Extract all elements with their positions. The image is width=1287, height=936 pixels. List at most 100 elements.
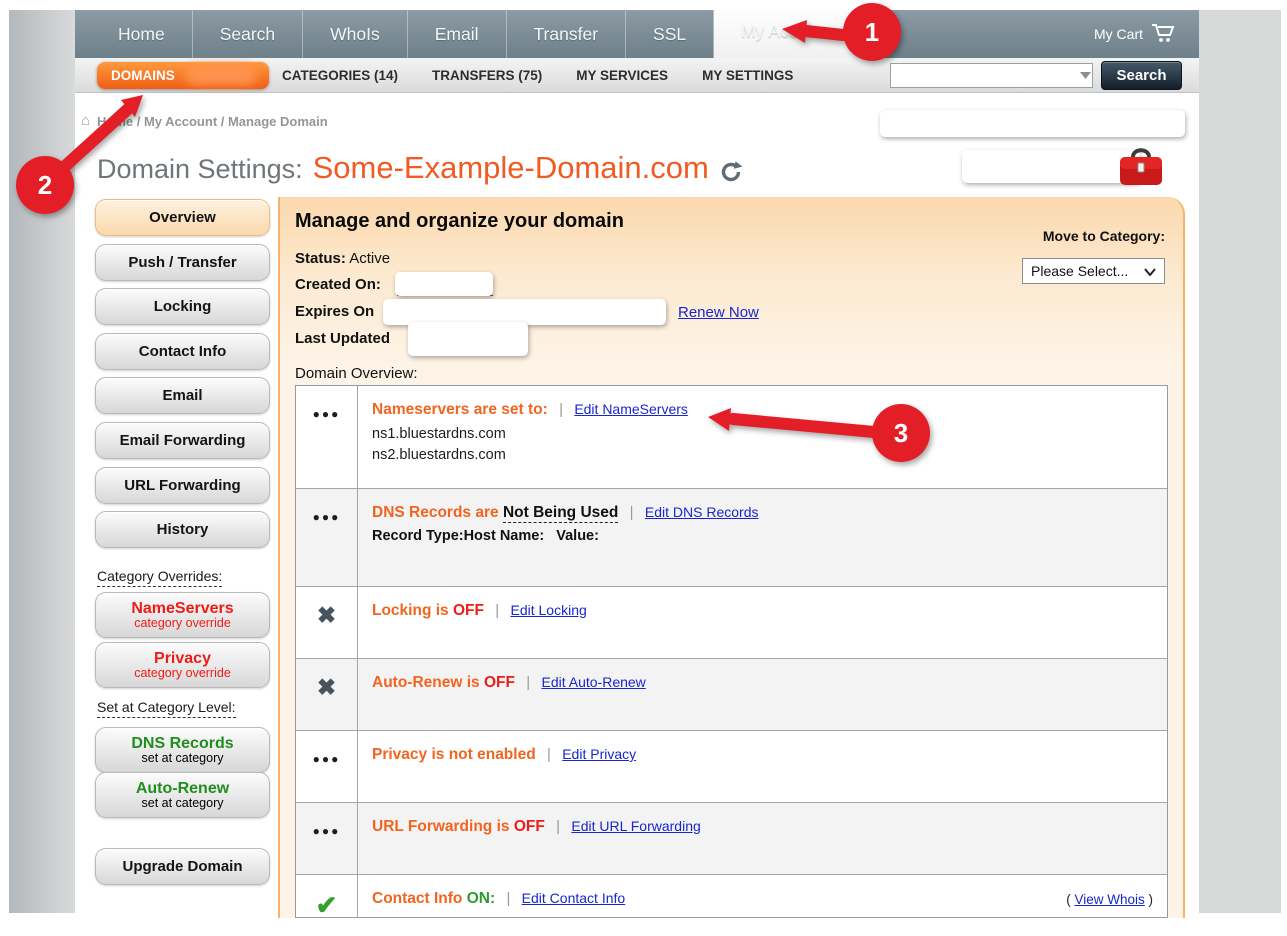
- table-row-locking: ✖ Locking is OFF | Edit Locking: [296, 586, 1167, 658]
- sidebar-item-email[interactable]: Email: [95, 377, 270, 414]
- subnav-item-domains[interactable]: DOMAINS: [97, 62, 269, 89]
- category-title: DNS Records: [131, 735, 233, 752]
- row-content: Contact Info ON: | Edit Contact Info ( V…: [358, 875, 1167, 918]
- top-nav: Home Search WhoIs Email Transfer SSL My …: [75, 10, 1199, 58]
- x-icon: ✖: [296, 659, 358, 730]
- nav-tab-home[interactable]: Home: [91, 10, 193, 58]
- sidebar-item-contact-info[interactable]: Contact Info: [95, 333, 270, 370]
- override-title: Privacy: [154, 650, 211, 667]
- separator: |: [630, 504, 634, 521]
- view-whois-link[interactable]: View Whois: [1074, 892, 1144, 907]
- chevron-down-icon: [1144, 263, 1156, 279]
- redaction-box-title: [962, 150, 1140, 183]
- row-off-badge: OFF: [453, 602, 484, 619]
- sidebar-item-locking[interactable]: Locking: [95, 288, 270, 325]
- table-row-privacy: ●●● Privacy is not enabled | Edit Privac…: [296, 730, 1167, 802]
- subnav-item-transfers[interactable]: TRANSFERS (75): [432, 68, 542, 83]
- my-cart[interactable]: My Cart: [1094, 10, 1177, 58]
- separator: |: [506, 890, 510, 907]
- category-select-value: Please Select...: [1031, 263, 1128, 279]
- sidebar-item-history[interactable]: History: [95, 511, 270, 548]
- refresh-icon[interactable]: [719, 160, 743, 189]
- last-updated-line: Last Updated: [295, 330, 390, 347]
- renew-now-link[interactable]: Renew Now: [678, 304, 759, 321]
- table-row-contact-info: ✔ Contact Info ON: | Edit Contact Info (…: [296, 874, 1167, 918]
- override-sub: category override: [134, 667, 231, 681]
- domain-search-input[interactable]: [891, 65, 1079, 86]
- category-select[interactable]: Please Select...: [1022, 258, 1165, 284]
- redaction-box-updated: [408, 322, 528, 356]
- edit-url-forwarding-link[interactable]: Edit URL Forwarding: [571, 818, 700, 834]
- sidebar-item-url-forwarding[interactable]: URL Forwarding: [95, 467, 270, 504]
- row-content: Nameservers are set to: | Edit NameServe…: [358, 386, 1167, 488]
- subnav-items: CATEGORIES (14) TRANSFERS (75) MY SERVIC…: [282, 58, 793, 92]
- chevron-down-icon[interactable]: [1079, 72, 1092, 79]
- status-label: Status:: [295, 250, 346, 267]
- nav-tab-email[interactable]: Email: [408, 10, 507, 58]
- expires-label: Expires On: [295, 303, 374, 320]
- check-icon: ✔: [296, 875, 358, 918]
- toolbox-icon[interactable]: [1118, 144, 1164, 195]
- sidebar-item-nameservers-override[interactable]: NameServers category override: [95, 592, 270, 638]
- breadcrumb[interactable]: Home / My Account / Manage Domain: [97, 114, 328, 129]
- domain-overview-label: Domain Overview:: [295, 365, 418, 382]
- nameserver-1: ns1.bluestardns.com: [372, 424, 1151, 445]
- subnav-item-categories[interactable]: CATEGORIES (14): [282, 68, 398, 83]
- override-sub: category override: [134, 617, 231, 631]
- sidebar-item-overview[interactable]: Overview: [95, 199, 270, 236]
- upgrade-domain-button[interactable]: Upgrade Domain: [95, 848, 270, 885]
- row-on-badge: ON:: [467, 890, 495, 907]
- row-content: Locking is OFF | Edit Locking: [358, 587, 1167, 658]
- edit-locking-link[interactable]: Edit Locking: [511, 602, 587, 618]
- nav-tab-whois[interactable]: WhoIs: [303, 10, 408, 58]
- sidebar-item-privacy-override[interactable]: Privacy category override: [95, 642, 270, 688]
- category-overrides-label: Category Overrides:: [97, 568, 222, 587]
- expires-line: Expires On: [295, 303, 374, 320]
- edit-privacy-link[interactable]: Edit Privacy: [562, 746, 636, 762]
- row-title: Locking is: [372, 602, 449, 619]
- whois-paren-close: ): [1145, 892, 1153, 907]
- subnav-item-my-settings[interactable]: MY SETTINGS: [702, 68, 793, 83]
- table-row-dns-records: ●●● DNS Records are Not Being Used | Edi…: [296, 488, 1167, 586]
- row-title: URL Forwarding is: [372, 818, 510, 835]
- override-title: NameServers: [131, 600, 233, 617]
- nav-tab-transfer[interactable]: Transfer: [507, 10, 627, 58]
- edit-auto-renew-link[interactable]: Edit Auto-Renew: [542, 674, 646, 690]
- redaction-box-top: [880, 110, 1185, 137]
- nav-tab-my-account[interactable]: My Account: [714, 10, 859, 58]
- sidebar-item-dns-records-category[interactable]: DNS Records set at category: [95, 727, 270, 773]
- sidebar-item-email-forwarding[interactable]: Email Forwarding: [95, 422, 270, 459]
- record-header: Record Type:Host Name: Value:: [372, 528, 1151, 544]
- table-row-auto-renew: ✖ Auto-Renew is OFF | Edit Auto-Renew: [296, 658, 1167, 730]
- nameserver-2: ns2.bluestardns.com: [372, 445, 1151, 466]
- cart-icon: [1151, 23, 1177, 46]
- search-button[interactable]: Search: [1101, 61, 1182, 90]
- sidebar-item-push-transfer[interactable]: Push / Transfer: [95, 244, 270, 281]
- subnav-item-my-services[interactable]: MY SERVICES: [576, 68, 668, 83]
- nav-tab-search[interactable]: Search: [193, 10, 303, 58]
- edit-dns-records-link[interactable]: Edit DNS Records: [645, 504, 759, 520]
- sidebar-item-auto-renew-category[interactable]: Auto-Renew set at category: [95, 772, 270, 818]
- row-status-text: Not Being Used: [503, 504, 618, 523]
- category-sub: set at category: [142, 797, 224, 811]
- row-off-badge: OFF: [484, 674, 515, 691]
- row-content: Auto-Renew is OFF | Edit Auto-Renew: [358, 659, 1167, 730]
- redaction-blur: [185, 65, 257, 85]
- row-title: Contact Info: [372, 890, 462, 907]
- dots-icon: ●●●: [296, 731, 358, 802]
- dots-icon: ●●●: [296, 386, 358, 488]
- set-at-category-label: Set at Category Level:: [97, 699, 236, 718]
- edit-nameservers-link[interactable]: Edit NameServers: [574, 401, 688, 417]
- edit-contact-info-link[interactable]: Edit Contact Info: [522, 890, 626, 906]
- separator: |: [559, 401, 563, 418]
- table-row-url-forwarding: ●●● URL Forwarding is OFF | Edit URL For…: [296, 802, 1167, 874]
- nav-tab-ssl[interactable]: SSL: [626, 10, 714, 58]
- page: Home Search WhoIs Email Transfer SSL My …: [75, 10, 1199, 918]
- separator: |: [556, 818, 560, 835]
- row-content: URL Forwarding is OFF | Edit URL Forward…: [358, 803, 1167, 874]
- status-line: Status: Active: [295, 250, 390, 267]
- domain-search-combobox[interactable]: [890, 63, 1093, 88]
- dots-icon: ●●●: [296, 489, 358, 586]
- row-title: Privacy is not enabled: [372, 746, 536, 763]
- page-title-domain: Some-Example-Domain.com: [313, 150, 709, 186]
